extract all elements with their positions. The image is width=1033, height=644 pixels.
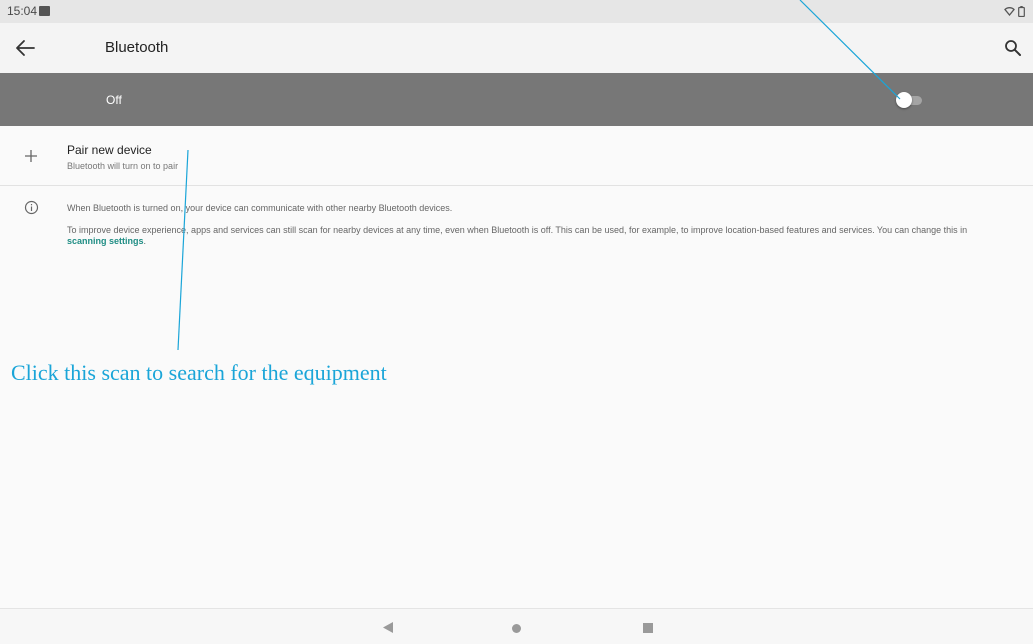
pair-new-device-subtitle: Bluetooth will turn on to pair (67, 161, 179, 171)
image-icon (39, 6, 50, 16)
nav-recents-icon[interactable] (643, 623, 653, 633)
back-arrow-icon[interactable] (14, 38, 36, 58)
annotation-text: Click this scan to search for the equipm… (11, 360, 387, 385)
page-title: Bluetooth (105, 39, 169, 56)
bluetooth-settings-screen: 15:04 Bluetooth Off Pair new device Blue… (0, 0, 1033, 644)
info-text-paragraph: To improve device experience, apps and s… (67, 225, 1007, 247)
status-time: 15:04 (7, 4, 38, 18)
navigation-bar (0, 608, 1033, 644)
nav-home-icon[interactable] (512, 624, 521, 633)
nav-back-icon[interactable] (383, 622, 393, 633)
scanning-settings-link[interactable]: scanning settings (67, 236, 144, 246)
info-icon (24, 200, 39, 215)
info-text-line1: When Bluetooth is turned on, your device… (67, 203, 453, 213)
search-icon[interactable] (1003, 38, 1023, 58)
pair-new-device-row[interactable]: Pair new device Bluetooth will turn on t… (0, 126, 1033, 186)
status-bar: 15:04 (0, 0, 1033, 23)
app-bar: Bluetooth (0, 23, 1033, 73)
toggle-thumb (896, 92, 912, 108)
wifi-icon (1004, 7, 1015, 16)
switch-state-label: Off (106, 93, 122, 107)
status-icons (1004, 3, 1025, 19)
battery-icon (1018, 5, 1025, 17)
plus-icon (25, 150, 37, 162)
pair-new-device-title: Pair new device (67, 143, 152, 157)
bluetooth-master-switch-bar[interactable]: Off (0, 73, 1033, 126)
info-text-suffix: . (143, 236, 147, 246)
info-text-prefix: To improve device experience, apps and s… (67, 225, 968, 235)
bluetooth-toggle[interactable] (896, 91, 924, 109)
